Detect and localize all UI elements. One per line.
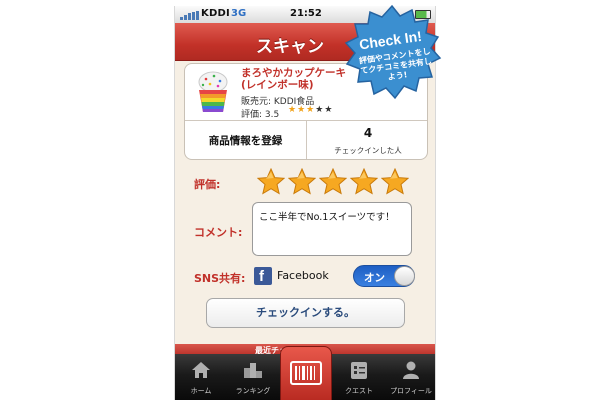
star-icon: ★ xyxy=(315,105,325,115)
profile-icon xyxy=(403,361,419,379)
tab-label: プロフィール xyxy=(390,387,432,395)
checkin-count-cell[interactable]: 4 チェックインした人 xyxy=(307,121,427,159)
network-type: 3G xyxy=(231,8,247,19)
checkin-button[interactable]: チェックインする。 xyxy=(206,298,405,328)
product-rating-stars: ★★★★★ xyxy=(288,105,333,115)
rating-label: 評価: xyxy=(194,178,221,191)
facebook-label: Facebook xyxy=(277,269,329,282)
checkin-count: 4 xyxy=(363,126,373,140)
tab-scan[interactable] xyxy=(280,346,332,400)
tab-profile[interactable]: プロフィール xyxy=(385,354,435,400)
badge-subtitle: 評価やコメントをしてクチコミを共有しよう! xyxy=(358,46,433,82)
sns-label: SNS共有: xyxy=(194,272,246,285)
toggle-label: オン xyxy=(364,272,385,284)
star-icon: ★ xyxy=(324,105,334,115)
star-icon: ★ xyxy=(306,105,316,115)
comment-input[interactable]: ここ半年でNo.1スイーツです！ xyxy=(252,202,412,256)
star-icon[interactable] xyxy=(288,168,316,196)
tab-quest[interactable]: クエスト xyxy=(333,354,385,400)
quest-icon xyxy=(351,362,367,379)
tab-label: クエスト xyxy=(345,387,373,395)
status-time: 21:52 xyxy=(290,8,322,19)
star-icon[interactable] xyxy=(319,168,347,196)
ranking-icon xyxy=(244,363,262,378)
toggle-knob xyxy=(394,266,415,286)
checkin-badge-text: Check In! 評価やコメントをしてクチコミを共有しよう! xyxy=(340,2,443,100)
tab-label: ホーム xyxy=(190,387,212,395)
star-icon[interactable] xyxy=(381,168,409,196)
home-icon xyxy=(192,362,210,378)
product-rating-text: 評価: 3.5 xyxy=(241,110,280,120)
star-icon: ★ xyxy=(288,105,298,115)
signal-icon xyxy=(180,11,200,20)
star-icon[interactable] xyxy=(257,168,285,196)
carrier-name: KDDI xyxy=(201,8,230,19)
register-product-button[interactable]: 商品情報を登録 xyxy=(185,121,307,159)
cupcake-icon xyxy=(198,71,228,112)
tab-ranking[interactable]: ランキング xyxy=(227,354,279,400)
star-icon: ★ xyxy=(297,105,307,115)
tab-label: ランキング xyxy=(235,387,271,395)
barcode-icon xyxy=(290,361,322,385)
facebook-icon: f xyxy=(254,267,272,285)
checkin-count-label: チェックインした人 xyxy=(334,146,402,155)
tab-home[interactable]: ホーム xyxy=(175,354,227,400)
comment-label: コメント: xyxy=(194,226,243,239)
star-icon[interactable] xyxy=(350,168,378,196)
sns-share-toggle[interactable]: オン xyxy=(353,265,415,287)
